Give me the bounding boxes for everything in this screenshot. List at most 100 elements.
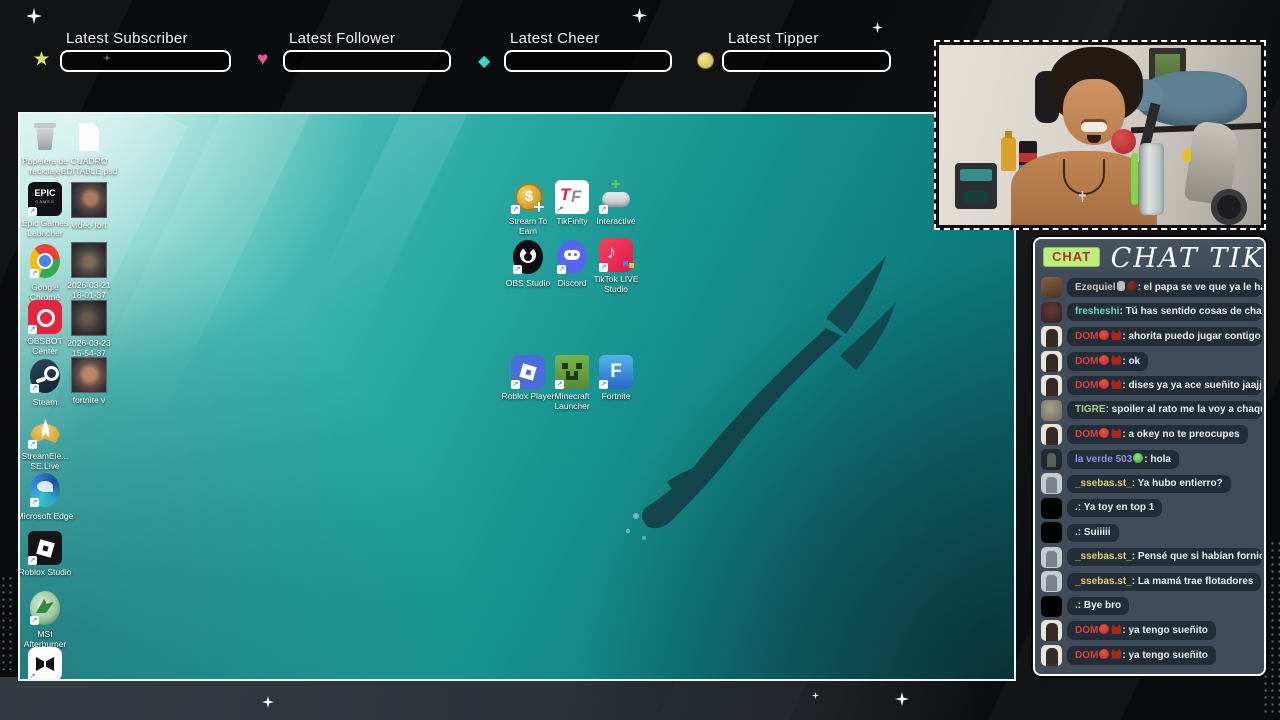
chat-message: _ssebas.st_: Ya hubo entierro? [1041,473,1262,494]
desktop-icon-video-2026-03-21[interactable]: 2026-03-21 18-01-37 [60,242,118,300]
latest-tipper-value [722,50,891,72]
latest-tipper-label: Latest Tipper [728,30,819,47]
avatar [1041,350,1062,372]
shortcut-arrow-icon: ↗ [599,263,608,272]
avatar [1041,595,1062,617]
desktop-icon-video-fort[interactable]: video fort [60,182,118,230]
avatar [1041,448,1062,470]
desktop-icon-cuadro-psd[interactable]: CUADRO EDITABLE.psd [60,120,118,176]
webcam-scene [939,45,1261,225]
chat-messages[interactable]: Ezequiel: el papa se ve que ya le había … [1041,277,1262,670]
video-thumbnail-icon [71,242,107,278]
chat-message: DOM: a okey no te preocupes [1041,424,1262,445]
latest-follower-label: Latest Follower [289,30,396,47]
latest-cheer-label: Latest Cheer [510,30,600,47]
steam-icon: ↗ [30,359,60,393]
edge-icon: ↗ [30,473,60,507]
angry-emoji-icon [1099,624,1110,634]
desktop-icon-fortnite[interactable]: ↗ Fortnite [587,355,645,401]
shortcut-arrow-icon: ↗ [30,384,39,393]
angry-emoji-icon [1099,330,1110,340]
chat-panel: CHAT CHAT TIKTOK Ezequiel: el papa se ve… [1033,237,1266,676]
coin-icon [697,52,714,69]
video-thumbnail-icon [71,357,107,393]
chat-message: fresheshi: Tú has sentido cosas de chavo… [1041,301,1262,323]
shortcut-arrow-icon: ↗ [511,380,520,389]
avatar [1041,301,1062,323]
shortcut-arrow-icon: ↗ [555,205,564,214]
desktop-icon-tiktok-live-studio[interactable]: ↗ TikTok LIVE Studio [587,238,645,294]
chat-title: CHAT TIKTOK [1110,243,1265,274]
latest-subscriber-label: Latest Subscriber [66,30,188,47]
angry-emoji-icon [1099,379,1110,389]
discord-icon: ↗ [557,240,587,274]
chat-message: DOM: ya tengo sueñito [1041,620,1262,641]
shortcut-arrow-icon: ↗ [28,440,37,449]
star-icon: ★ [33,49,51,70]
chat-message: TIGRE: spoiler al rato me la voy a chaqu… [1041,399,1262,421]
video-thumbnail-icon [71,182,107,218]
avatar [1041,375,1062,396]
chat-message: _ssebas.st_: La mamá trae flotadores [1041,571,1262,592]
shortcut-arrow-icon: ↗ [28,556,37,565]
webcam-feed [934,40,1266,230]
avatar [1041,277,1062,298]
heart-icon: ♥ [257,49,269,70]
desktop-icon-msi-afterburner[interactable]: ↗ MSI Afterburner [20,589,74,649]
psd-file-icon [72,120,106,154]
sparkle-icon [632,8,647,23]
desktop-icon-streamelements[interactable]: ↗ StreamEle... SE.Live [20,415,74,471]
chrome-icon: ↗ [30,244,60,278]
devil-emoji-icon [1111,379,1122,389]
stream-overlay: Latest Subscriber ★ Latest Follower ♥ La… [0,0,1280,720]
chat-message: DOM: dises ya ya ace sueñito jaajjajajaj [1041,375,1262,396]
devil-emoji-icon [1111,648,1122,659]
desktop-icon-roblox-studio[interactable]: ↗ Roblox Studio [20,531,74,577]
scooter [1177,120,1261,225]
tikfinity-icon: ↗ [555,180,589,214]
chat-message: Ezequiel: el papa se ve que ya le había … [1041,277,1262,298]
background-band [0,677,1030,720]
desktop-icon-video-2026-03-23[interactable]: 2026-03-23 15-54-37 [60,300,118,358]
avatar [1041,473,1062,494]
stream-to-earn-icon: ↗ [511,180,545,214]
shortcut-arrow-icon: ↗ [511,205,520,214]
shortcut-arrow-icon: ↗ [513,265,522,274]
shortcut-arrow-icon: ↗ [599,380,608,389]
desktop-icon-fortnite-v[interactable]: fortnite v [60,357,118,405]
devil-emoji-icon [1111,624,1122,634]
minecraft-icon: ↗ [555,355,589,389]
latest-subscriber-value [60,50,231,72]
desktop-icon-capcut[interactable]: ↗ CapCut [20,647,74,679]
shortcut-arrow-icon: ↗ [28,325,37,334]
alien-emoji-icon [1133,452,1144,463]
shortcut-arrow-icon: ↗ [557,265,566,274]
sparkle-icon [26,8,42,24]
latest-cheer-value [504,50,672,72]
video-thumbnail-icon [71,300,107,336]
avatar [1041,571,1062,592]
chat-message: _ssebas.st_: Pensé que si habían fornica… [1041,546,1262,568]
shortcut-arrow-icon: ↗ [30,616,39,625]
desktop-icon-edge[interactable]: ↗ Microsoft Edge [20,471,74,521]
tiktok-live-studio-icon: ↗ [599,238,633,272]
angry-emoji-icon [1099,354,1110,365]
angry-emoji-icon [1099,428,1110,438]
latest-tipper-widget: Latest Tipper [697,28,891,74]
halftone-dots [0,575,14,670]
desktop-capture: Papelera de reciclaje ↗ Epic Games Launc… [18,112,1016,681]
obs-studio-icon: ↗ [513,240,543,274]
diamond-icon: ◆ [478,53,491,70]
msi-afterburner-icon: ↗ [30,591,60,625]
chat-message: DOM: ahorita puedo jugar contigo [1041,326,1262,347]
shortcut-arrow-icon: ↗ [30,269,39,278]
interactive-icon: ↗ [599,178,633,214]
chat-header: CHAT CHAT TIKTOK [1035,239,1264,275]
latest-follower-widget: Latest Follower ♥ [257,28,451,74]
chat-badge: CHAT [1043,247,1101,267]
devil-emoji-icon [1111,330,1122,340]
devil-emoji-icon [1111,428,1122,438]
latest-cheer-widget: Latest Cheer ◆ [478,28,672,74]
streamelements-icon: ↗ [28,415,62,449]
desktop-icon-interactive[interactable]: ↗ Interactive [587,178,645,226]
